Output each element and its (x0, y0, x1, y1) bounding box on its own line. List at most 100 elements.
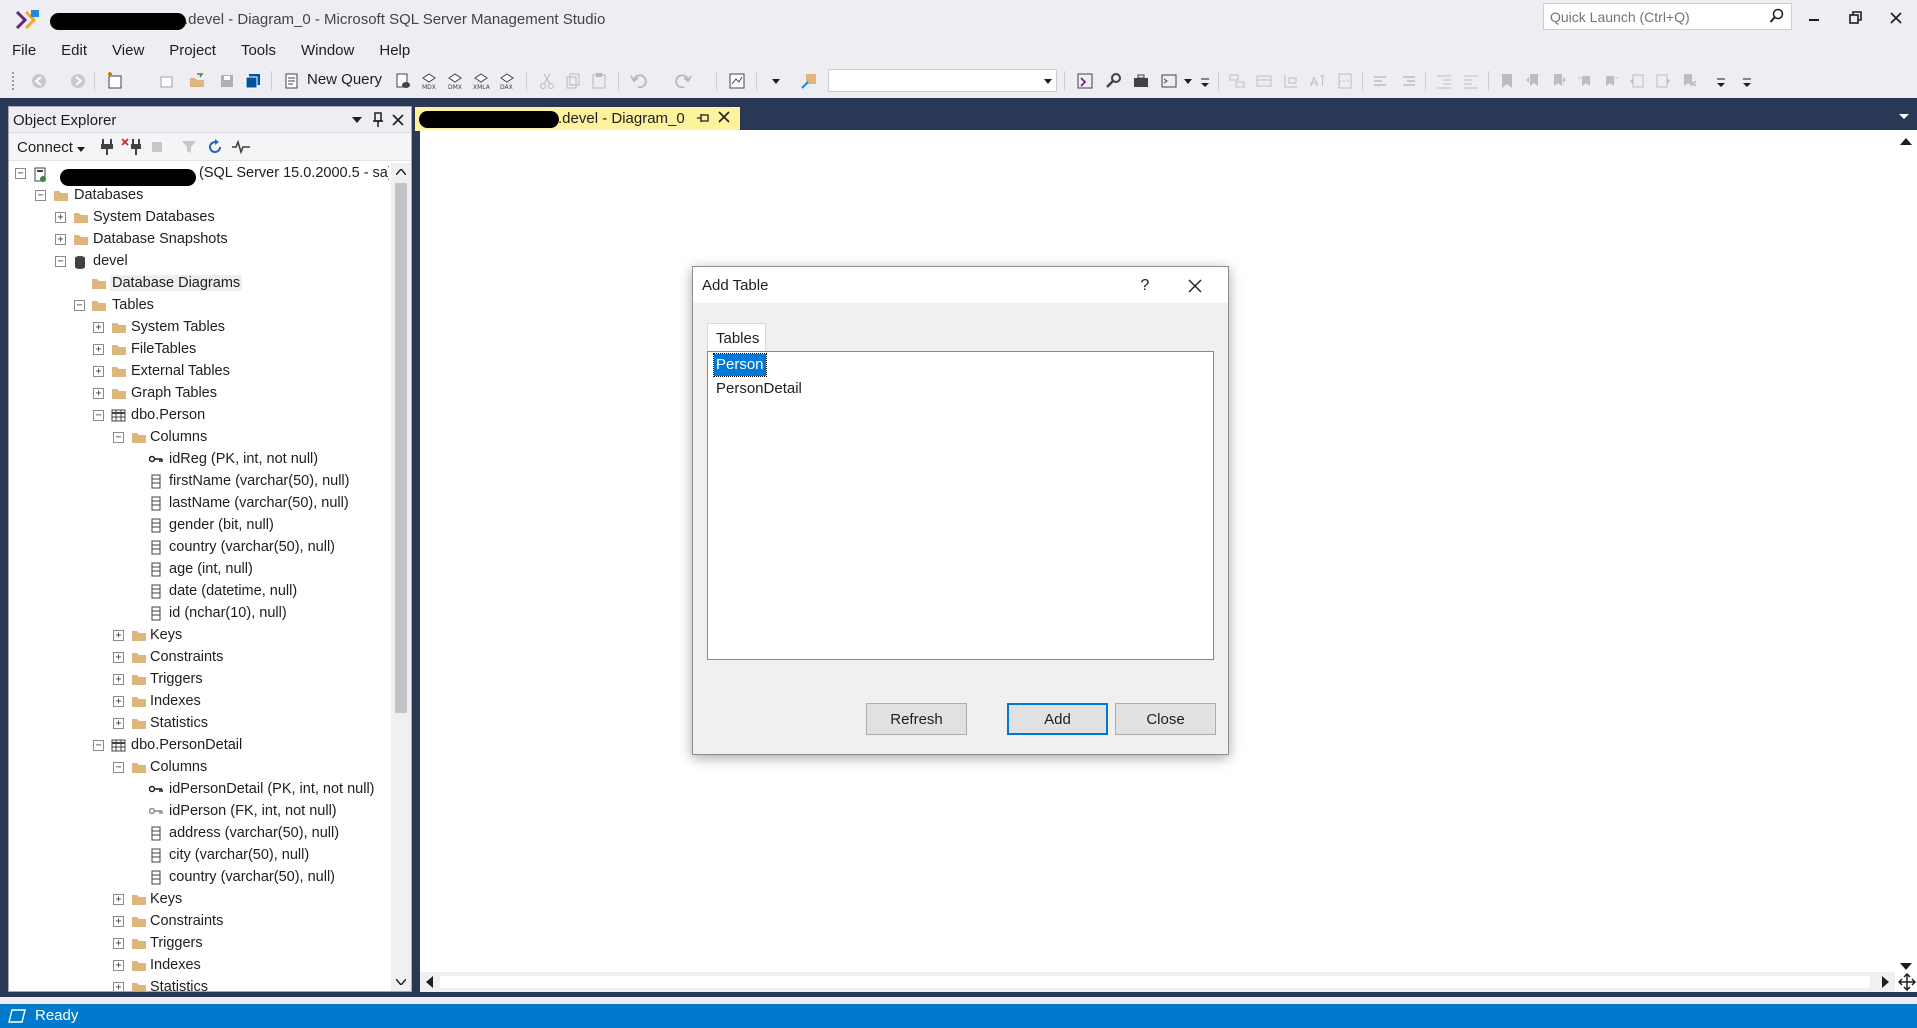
tree-node-column[interactable]: firstName (varchar(50), null) (9, 471, 389, 493)
expand-toggle[interactable]: + (113, 652, 124, 663)
visual-studio-button[interactable] (1074, 70, 1096, 92)
collapse-toggle[interactable]: − (74, 300, 85, 311)
menu-tools[interactable]: Tools (233, 40, 284, 64)
expand-toggle[interactable]: + (93, 388, 104, 399)
command-window-button[interactable] (1158, 70, 1180, 92)
tree-node-column[interactable]: city (varchar(50), null) (9, 845, 389, 867)
collapse-toggle[interactable]: − (35, 190, 46, 201)
tree-node-constraints[interactable]: + Constraints (9, 647, 389, 669)
filter-icon[interactable] (181, 139, 197, 155)
clear-bookmarks-button[interactable] (1678, 70, 1700, 92)
menu-help[interactable]: Help (371, 40, 418, 64)
expand-toggle[interactable]: + (93, 366, 104, 377)
diagram-tool-1-button[interactable] (1226, 70, 1248, 92)
diagram-tool-9-button[interactable] (1460, 70, 1482, 92)
close-icon[interactable] (392, 114, 404, 126)
menu-window[interactable]: Window (293, 40, 362, 64)
save-button[interactable] (216, 70, 238, 92)
collapse-toggle[interactable]: − (55, 256, 66, 267)
tree-node-devel[interactable]: − devel (9, 251, 389, 273)
tree-node-column[interactable]: idPerson (FK, int, not null) (9, 801, 389, 823)
tree-node-database-diagrams[interactable]: Database Diagrams (9, 273, 389, 295)
tree-node-dbo-person[interactable]: − dbo.Person (9, 405, 389, 427)
dropdown-arrow-icon[interactable] (1184, 79, 1192, 84)
connect-plug-icon[interactable] (99, 138, 115, 156)
search-icon[interactable] (1769, 8, 1785, 24)
expand-toggle[interactable]: + (113, 938, 124, 949)
tables-list[interactable]: Person PersonDetail (707, 351, 1214, 660)
diagram-tool-6-button[interactable] (1370, 70, 1392, 92)
next-bookmark-button[interactable] (1548, 70, 1570, 92)
collapse-toggle[interactable]: − (93, 410, 104, 421)
tree-node-triggers[interactable]: + Triggers (9, 933, 389, 955)
tree-node-system-databases[interactable]: + System Databases (9, 207, 389, 229)
disconnect-icon[interactable] (121, 138, 143, 156)
tree-node-indexes[interactable]: + Indexes (9, 955, 389, 977)
dialog-close-button[interactable] (1175, 273, 1215, 299)
help-button[interactable]: ? (1125, 273, 1165, 299)
expand-toggle[interactable]: + (113, 718, 124, 729)
menu-view[interactable]: View (104, 40, 152, 64)
tree-node-constraints[interactable]: + Constraints (9, 911, 389, 933)
tree-node-tables[interactable]: − Tables (9, 295, 389, 317)
diagram-tool-4-button[interactable]: A (1307, 70, 1329, 92)
scroll-down-icon[interactable] (1900, 963, 1912, 970)
tree-node-statistics[interactable]: + Statistics (9, 713, 389, 735)
expand-toggle[interactable]: + (113, 960, 124, 971)
menu-edit[interactable]: Edit (53, 40, 95, 64)
tree-node-column[interactable]: id (nchar(10), null) (9, 603, 389, 625)
back-button[interactable] (28, 70, 50, 92)
diagram-tool-3-button[interactable] (1280, 70, 1302, 92)
tree-node-column[interactable]: gender (bit, null) (9, 515, 389, 537)
next-bookmark-folder-button[interactable] (1600, 70, 1622, 92)
tree-node-indexes[interactable]: + Indexes (9, 691, 389, 713)
diagram-vertical-scrollbar[interactable] (1895, 130, 1917, 972)
tree-node-statistics[interactable]: + Statistics (9, 977, 389, 991)
prev-bookmark-folder-button[interactable] (1574, 70, 1596, 92)
diagram-navigator-button[interactable] (1895, 972, 1917, 992)
prev-bookmark-doc-button[interactable] (1626, 70, 1648, 92)
connect-button[interactable]: Connect (17, 139, 86, 156)
collapse-toggle[interactable]: − (93, 740, 104, 751)
expand-toggle[interactable]: + (113, 696, 124, 707)
new-project-button[interactable] (104, 70, 126, 92)
activity-monitor-button[interactable] (726, 70, 748, 92)
tree-node-triggers[interactable]: + Triggers (9, 669, 389, 691)
window-position-dropdown-icon[interactable] (352, 117, 362, 123)
expand-toggle[interactable]: + (55, 234, 66, 245)
prev-bookmark-button[interactable] (1522, 70, 1544, 92)
tree-node-column[interactable]: address (varchar(50), null) (9, 823, 389, 845)
pin-icon[interactable] (696, 111, 710, 125)
list-item-person[interactable]: Person (713, 353, 767, 377)
tree-node-databases[interactable]: − Databases (9, 185, 389, 207)
expand-toggle[interactable]: + (113, 894, 124, 905)
open-file-button[interactable] (186, 70, 208, 92)
scroll-right-icon[interactable] (1882, 976, 1889, 988)
new-query-label[interactable]: New Query (307, 71, 382, 88)
save-all-button[interactable] (242, 70, 264, 92)
expand-toggle[interactable]: + (113, 982, 124, 991)
new-query-button[interactable] (281, 70, 303, 92)
pin-icon[interactable] (372, 112, 384, 128)
scrollbar-thumb[interactable] (440, 976, 1870, 988)
tree-node-column[interactable]: idReg (PK, int, not null) (9, 449, 389, 471)
toolbar-overflow-icon[interactable] (1742, 76, 1752, 88)
minimize-button[interactable] (1794, 4, 1834, 32)
expand-toggle[interactable]: + (93, 344, 104, 355)
expand-toggle[interactable]: + (113, 674, 124, 685)
stop-icon[interactable] (151, 141, 163, 153)
tree-node-columns[interactable]: − Columns (9, 757, 389, 779)
collapse-toggle[interactable]: − (113, 432, 124, 443)
quick-launch-box[interactable] (1543, 3, 1792, 30)
tree-node-external-tables[interactable]: + External Tables (9, 361, 389, 383)
next-bookmark-doc-button[interactable] (1652, 70, 1674, 92)
collapse-toggle[interactable]: − (113, 762, 124, 773)
quick-launch-input[interactable] (1544, 4, 1754, 29)
dropdown-arrow-icon[interactable] (772, 79, 780, 84)
activity-monitor-icon[interactable] (231, 138, 251, 156)
toolbar-overflow-icon[interactable] (1200, 76, 1210, 88)
tree-node-filetables[interactable]: + FileTables (9, 339, 389, 361)
list-item-persondetail[interactable]: PersonDetail (714, 378, 804, 400)
tree-node-column[interactable]: lastName (varchar(50), null) (9, 493, 389, 515)
mdx-query-button[interactable]: MDX (418, 70, 440, 92)
